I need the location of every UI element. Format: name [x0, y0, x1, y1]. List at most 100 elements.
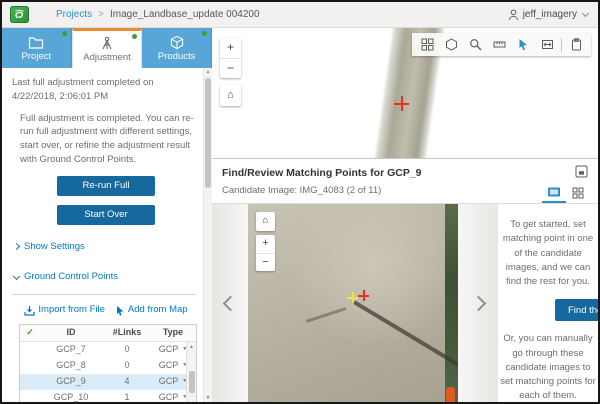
zoom-in-button[interactable]: + — [220, 38, 241, 58]
start-over-button[interactable]: Start Over — [57, 205, 155, 225]
tab-bar: Project Adjustment Products — [2, 28, 212, 68]
image-zoom-control: + − — [256, 235, 275, 271]
gcp-id: GCP_9 — [40, 375, 102, 388]
tab-label: Adjustment — [83, 52, 131, 63]
chevron-down-icon — [13, 273, 20, 280]
image-zoom-in-button[interactable]: + — [256, 235, 275, 253]
basemap-hexagon-icon[interactable] — [439, 33, 463, 56]
image-collection-icon[interactable] — [415, 33, 439, 56]
image-zoom-out-button[interactable]: − — [256, 253, 275, 271]
chevron-down-icon — [582, 10, 589, 17]
status-dot — [202, 31, 207, 36]
col-header-links: #Links — [102, 326, 152, 339]
col-header-id: ID — [40, 326, 102, 339]
breadcrumb-separator: > — [98, 9, 104, 20]
gcp-red-cross[interactable] — [358, 290, 369, 301]
search-icon[interactable] — [463, 33, 487, 56]
table-scrollbar[interactable]: ▲ ▼ — [186, 342, 196, 402]
view-mode-toggle — [542, 182, 590, 203]
adjustment-panel-content: Last full adjustment completed on 4/22/2… — [2, 68, 203, 402]
tab-label: Products — [158, 51, 196, 62]
tab-project[interactable]: Project — [2, 28, 72, 68]
matching-point-yellow-cross[interactable] — [347, 292, 358, 303]
gcp-links: 0 — [102, 343, 152, 356]
gcp-marker-red-cross[interactable] — [394, 96, 409, 111]
gcp-type: GCP — [159, 375, 179, 388]
table-row[interactable]: GCP_80 GCP▼ — [20, 358, 196, 374]
gcp-type: GCP — [159, 359, 179, 372]
status-dot — [132, 34, 137, 39]
find-the-rest-button[interactable]: Find the Rest — [555, 299, 598, 321]
panel-scrollbar[interactable]: ▲ ▼ — [203, 68, 212, 402]
map-cursor-icon — [115, 305, 125, 316]
breadcrumb-projects-link[interactable]: Projects — [56, 9, 92, 20]
instructions-column: To get started, set matching point in on… — [498, 204, 598, 402]
app-logo-icon[interactable] — [10, 6, 29, 23]
user-name: jeff_imagery — [523, 9, 577, 20]
gcp-type: GCP — [159, 391, 179, 402]
rerun-full-button[interactable]: Re-run Full — [57, 176, 155, 196]
show-settings-toggle[interactable]: Show Settings — [12, 240, 200, 254]
last-adjustment-status: Last full adjustment completed on 4/22/2… — [12, 76, 200, 104]
gcp-links: 0 — [102, 359, 152, 372]
traffic-cone — [446, 387, 455, 402]
col-header-type: Type — [152, 326, 194, 339]
add-from-map-link[interactable]: Add from Map — [115, 303, 188, 317]
map-zoom-control: + − — [220, 38, 241, 78]
instruction-manual: Or, you can manually go through these ca… — [499, 332, 597, 402]
status-dot — [62, 31, 67, 36]
scrollbar-thumb[interactable] — [189, 371, 195, 393]
next-image-button[interactable] — [458, 204, 498, 402]
image-view-button[interactable] — [542, 182, 566, 203]
gcp-links: 1 — [102, 391, 152, 402]
scrollbar-thumb[interactable] — [205, 78, 211, 188]
table-row[interactable]: GCP_70 GCP▼ — [20, 342, 196, 358]
gcp-table: ✓ ID #Links Type GCP_70 GCP▼ GCP_80 GCP▼… — [19, 324, 197, 402]
gcp-links: 4 — [102, 375, 152, 388]
instruction-get-started: To get started, set matching point in on… — [499, 218, 597, 289]
gcp-id: GCP_10 — [40, 391, 102, 402]
scroll-up-icon[interactable]: ▲ — [206, 69, 211, 75]
map-home-button[interactable]: ⌂ — [220, 85, 241, 106]
vegetation-strip — [445, 204, 458, 402]
select-gcp-tool-icon[interactable] — [511, 33, 535, 56]
user-icon — [508, 9, 519, 21]
top-bar: Projects > Image_Landbase_update 004200 … — [2, 2, 598, 28]
import-from-file-link[interactable]: Import from File — [24, 303, 105, 317]
section-divider — [12, 294, 196, 295]
gcp-section-toggle[interactable]: Ground Control Points — [12, 270, 200, 284]
tab-label: Project — [22, 51, 52, 62]
toolbar-divider — [561, 38, 562, 52]
gcp-id: GCP_7 — [40, 343, 102, 356]
find-panel-title: Find/Review Matching Points for GCP_9 — [212, 159, 598, 179]
map-view[interactable]: + − ⌂ Find/Review Matching Points for GC… — [212, 28, 598, 402]
zoom-out-button[interactable]: − — [220, 58, 241, 78]
theodolite-icon — [99, 36, 115, 51]
gcp-section-label: Ground Control Points — [24, 270, 118, 284]
grid-view-button[interactable] — [566, 182, 590, 203]
tab-adjustment[interactable]: Adjustment — [72, 28, 143, 68]
map-toolbar — [412, 33, 591, 56]
tab-products[interactable]: Products — [142, 28, 212, 68]
find-review-panel: Find/Review Matching Points for GCP_9 Ca… — [212, 158, 598, 402]
add-from-map-label: Add from Map — [128, 303, 188, 317]
cube-icon — [169, 35, 185, 50]
scroll-down-icon[interactable]: ▼ — [206, 395, 211, 401]
candidate-image[interactable]: ⌂ + − — [248, 204, 458, 402]
check-column-header-icon: ✓ — [20, 326, 40, 339]
image-home-button[interactable]: ⌂ — [256, 212, 275, 231]
candidate-image-label: Candidate Image: IMG_4083 (2 of 11) — [212, 179, 598, 204]
measure-icon[interactable] — [487, 33, 511, 56]
pole-shadow — [353, 300, 458, 369]
extent-frames-icon[interactable] — [535, 33, 559, 56]
table-row[interactable]: GCP_101 GCP▼ — [20, 390, 196, 402]
dock-window-icon[interactable] — [575, 165, 588, 178]
app-window: Projects > Image_Landbase_update 004200 … — [0, 0, 600, 404]
table-row-selected[interactable]: GCP_94 GCP▼ — [20, 374, 196, 390]
user-menu[interactable]: jeff_imagery — [508, 9, 588, 21]
previous-image-button[interactable] — [212, 204, 248, 402]
clipboard-icon[interactable] — [564, 33, 588, 56]
chevron-left-icon — [222, 295, 238, 311]
scroll-up-icon[interactable]: ▲ — [189, 344, 194, 351]
folder-icon — [28, 35, 44, 50]
